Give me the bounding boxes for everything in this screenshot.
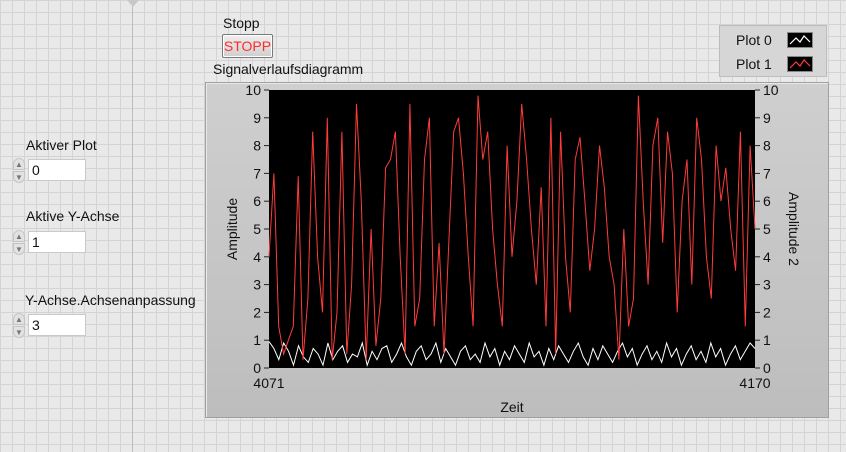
y-tick-label-right: 7 [763,165,771,181]
y-tick-label-left: 4 [253,249,261,265]
y-tick-label-left: 10 [245,82,261,98]
y-tick-label-left: 1 [253,332,261,348]
y-tick-label-right: 0 [763,360,771,376]
y-tick-label-left: 3 [253,277,261,293]
y-axis-title-left: Amplitude [224,198,240,260]
y-tick-label-right: 3 [763,277,771,293]
y-tick-label-right: 9 [763,110,771,126]
y-tick-label-right: 6 [763,193,771,209]
x-axis-title: Zeit [500,399,523,415]
y-tick-label-right: 2 [763,304,771,320]
y-tick-label-left: 0 [253,360,261,376]
y-tick-label-left: 5 [253,221,261,237]
waveform-chart: 0 0 1 1 2 2 3 3 4 4 5 5 6 6 7 7 8 8 9 9 10 10 4071 4170 Zeit Ampl… [224,82,802,415]
y-tick-label-right: 10 [763,82,779,98]
x-max-label: 4170 [739,375,770,391]
y-tick-label-right: 8 [763,138,771,154]
y-tick-label-left: 9 [253,110,261,126]
y-tick-label-left: 7 [253,165,261,181]
y-tick-label-left: 2 [253,304,261,320]
y-tick-label-right: 1 [763,332,771,348]
series-line-1 [268,95,756,360]
y-tick-label-left: 6 [253,193,261,209]
series-line-0 [268,341,756,368]
y-tick-label-right: 5 [763,221,771,237]
y-axis-title-right: Amplitude 2 [786,192,802,266]
y-tick-label-left: 8 [253,138,261,154]
x-min-label: 4071 [253,375,284,391]
y-tick-label-right: 4 [763,249,771,265]
